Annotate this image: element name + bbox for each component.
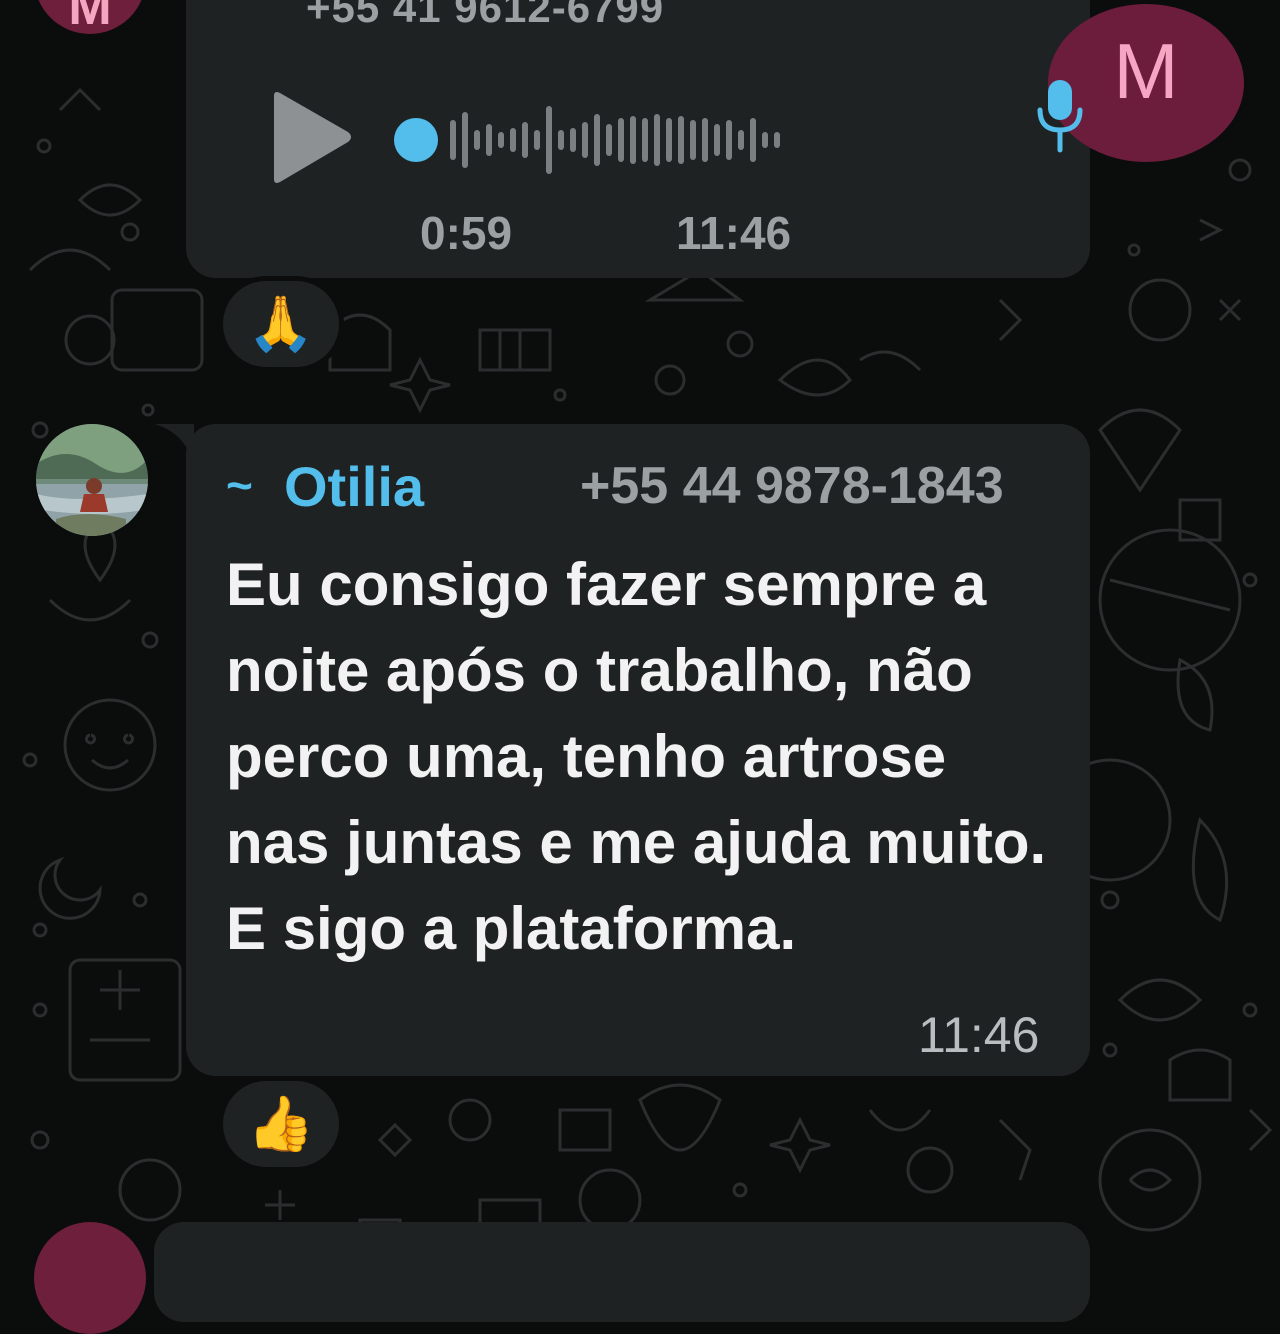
voice-duration: 0:59 <box>420 207 513 259</box>
reaction-badge-thumbs-up[interactable]: 👍 <box>218 1076 344 1172</box>
sender-phone[interactable]: +55 44 9878-1843 <box>580 456 1004 516</box>
sender-prefix: ~ <box>226 459 253 511</box>
voice-sender-phone: +55 41 9612-6799 <box>306 0 665 31</box>
message-text: Eu consigo fazer sempre a noite após o t… <box>226 551 1047 962</box>
message-timestamp: 11:46 <box>918 1007 1040 1063</box>
text-message-bubble[interactable]: ~ Otilia +55 44 9878-1843 Eu consigo faz… <box>186 424 1090 1076</box>
sender-name[interactable]: Otilia <box>284 454 424 519</box>
avatar-photo <box>36 424 148 536</box>
waveform-scrubber-dot <box>394 118 438 162</box>
voice-message-bubble[interactable]: +55 41 9612-6799 0:59 11:46 M <box>186 0 1244 278</box>
reaction-badge-pray[interactable]: 🙏 <box>218 276 344 372</box>
play-icon[interactable] <box>266 90 356 185</box>
next-message-bubble[interactable] <box>154 1222 1090 1322</box>
voice-timestamp: 11:46 <box>676 207 792 259</box>
microphone-icon <box>1037 80 1083 153</box>
otilia-avatar[interactable] <box>36 424 148 536</box>
next-sender-avatar[interactable] <box>34 1222 146 1334</box>
waveform[interactable] <box>394 100 1014 180</box>
